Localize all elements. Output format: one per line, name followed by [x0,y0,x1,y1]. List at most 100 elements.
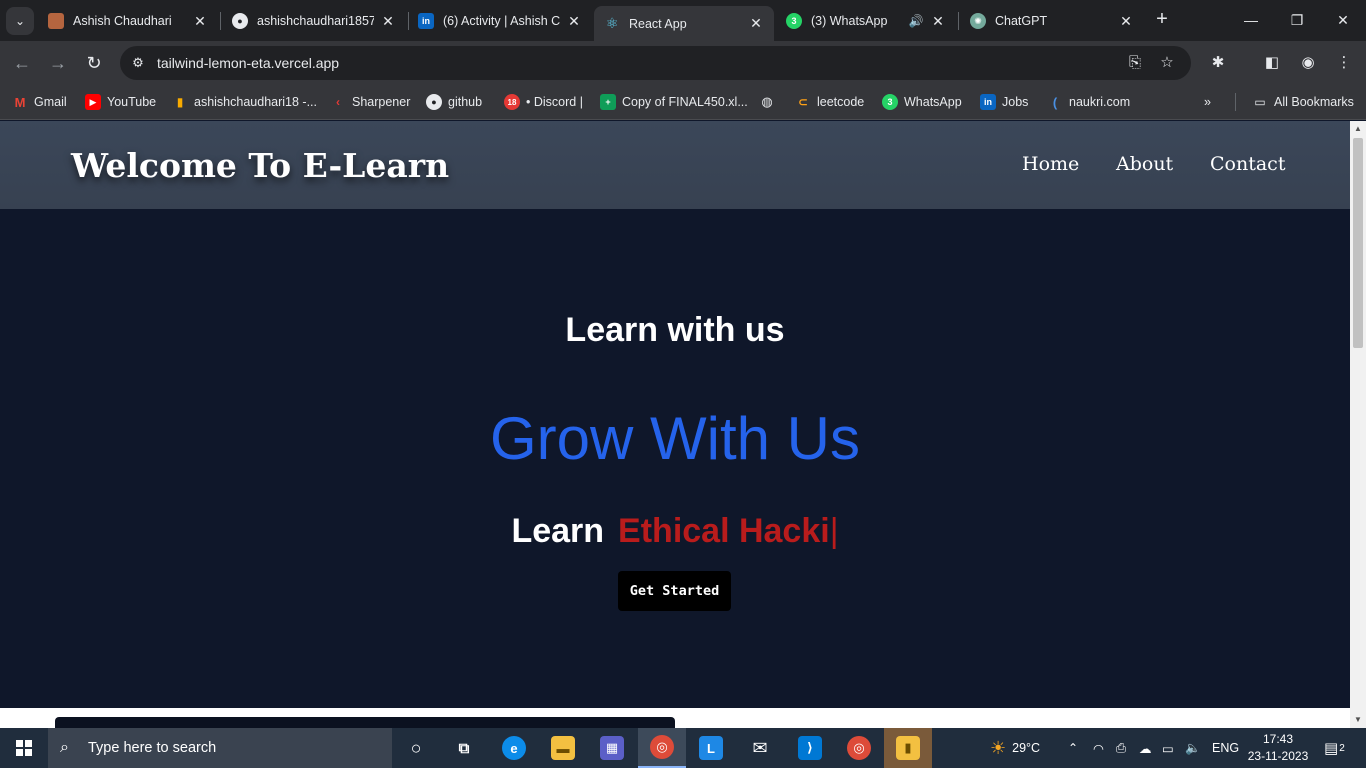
bookmark-naukri[interactable]: (naukri.com [1047,92,1130,112]
bookmark-discord[interactable]: 18 • Discord | [504,92,583,112]
page-scrollbar[interactable]: ▲ ▼ [1350,121,1366,728]
bookmark-star-icon[interactable]: ☆ [1157,53,1177,73]
close-icon[interactable]: ✕ [380,13,396,30]
tab-ashish-chaudhari[interactable]: Ashish Chaudhari ✕ [38,6,218,36]
notifications-button[interactable]: ▤ 2 [1324,728,1345,768]
hero-title: Grow With Us [489,405,861,472]
taskbar-search[interactable]: ⌕ Type here to search [48,728,392,768]
bookmark-label: Gmail [34,95,67,109]
tab-github[interactable]: ● ashishchaudhari1857/ ✕ [222,6,406,36]
taskbar-chrome-active[interactable]: ◎ [638,728,686,768]
nav-about[interactable]: About [1116,153,1173,175]
address-bar[interactable]: ⚙ tailwind-lemon-eta.vercel.app ⎘ ☆ [120,46,1191,80]
close-icon[interactable]: ✕ [1118,13,1134,30]
notification-count: 2 [1339,742,1345,754]
tray-overflow-icon[interactable]: ⌃ [1068,728,1078,768]
weather-widget[interactable]: ☀ 29°C [990,728,1040,768]
forward-icon[interactable]: → [46,51,70,75]
profile-avatar-icon[interactable]: ◉ [1296,51,1320,75]
taskbar-file-explorer[interactable]: ▬ [539,728,587,768]
taskbar-app-l[interactable]: L [687,728,735,768]
notification-icon: ▤ [1324,740,1339,757]
cortana-button[interactable]: ○ [392,728,440,768]
typing-cursor: | [829,512,839,550]
all-bookmarks-folder[interactable]: ▭ All Bookmarks [1252,92,1354,112]
bookmark-youtube[interactable]: ▶ YouTube [85,92,156,112]
restore-button[interactable]: ❐ [1274,0,1320,40]
install-app-icon[interactable]: ⎘ [1125,53,1145,73]
reload-icon[interactable]: ↻ [82,51,106,75]
clock-time: 17:43 [1262,732,1294,746]
get-started-button[interactable]: Get Started [618,571,731,611]
store-bag-icon: ▦ [600,736,624,760]
hero-subtitle: Learn with us [565,311,785,349]
start-button[interactable] [0,728,48,768]
browser-chrome: ⌄ Ashish Chaudhari ✕ ● ashishchaudhari18… [0,0,1366,120]
back-icon[interactable]: ← [10,51,34,75]
nav-home[interactable]: Home [1022,153,1079,175]
bookmark-whatsapp[interactable]: 3 WhatsApp [882,92,962,112]
speaker-icon[interactable]: 🔊 [908,14,924,28]
taskbar-vscode[interactable]: ⟩ [786,728,834,768]
globe-icon: ◍ [761,94,773,109]
bookmark-globe[interactable]: ◍ [759,92,781,112]
taskbar-mail[interactable]: ✉ [736,728,784,768]
tab-title: (6) Activity | Ashish Cl [443,14,560,28]
bookmark-sharpener[interactable]: ‹ Sharpener [330,92,410,112]
onedrive-cloud-icon[interactable]: ☁ [1139,728,1152,768]
tab-search-button[interactable]: ⌄ [6,7,34,35]
system-clock[interactable]: 17:43 23-11-2023 [1246,731,1310,765]
side-panel-icon[interactable]: ◧ [1260,51,1284,75]
vscode-icon: ⟩ [798,736,822,760]
close-window-button[interactable]: ✕ [1320,0,1366,40]
battery-icon[interactable]: ▭ [1162,728,1174,768]
bookmark-analytics[interactable]: ▮ ashishchaudhari18 -... [172,92,317,112]
volume-icon[interactable]: 🔈 [1185,728,1201,768]
tab-linkedin[interactable]: in (6) Activity | Ashish Cl ✕ [408,6,592,36]
bookmark-github[interactable]: ● github [426,92,482,112]
weather-sun-icon: ☀ [990,737,1007,758]
browser-toolbar: ← → ↻ ⚙ tailwind-lemon-eta.vercel.app ⎘ … [0,41,1366,85]
network-icon[interactable]: ◠ [1093,728,1104,768]
extensions-icon[interactable]: ✱ [1206,51,1230,75]
bookmark-leetcode[interactable]: ⊂ leetcode [795,92,864,112]
tab-divider [958,12,959,30]
tab-react-app[interactable]: ⚛ React App ✕ [594,6,774,41]
bookmark-jobs[interactable]: in Jobs [980,92,1028,112]
sheets-icon: + [600,94,616,110]
github-icon: ● [426,94,442,110]
taskbar-edge[interactable]: e [490,728,538,768]
new-tab-button[interactable]: + [1150,8,1174,32]
close-icon[interactable]: ✕ [192,13,208,30]
scroll-up-arrow-icon[interactable]: ▲ [1350,121,1366,137]
language-indicator[interactable]: ENG [1212,728,1239,768]
site-brand[interactable]: Welcome To E-Learn [71,146,449,185]
close-icon[interactable]: ✕ [748,15,764,32]
nav-contact[interactable]: Contact [1210,153,1285,175]
taskbar-store[interactable]: ▦ [588,728,636,768]
meet-icon[interactable]: ⎙ [1116,728,1126,768]
close-icon[interactable]: ✕ [930,13,946,30]
more-bookmarks-icon[interactable]: » [1204,92,1211,112]
task-view-button[interactable]: ⧉ [440,728,488,768]
bookmark-gmail[interactable]: M Gmail [12,92,67,112]
linkedin-icon: in [980,94,996,110]
tab-chatgpt[interactable]: ✺ ChatGPT ✕ [960,6,1144,36]
taskbar-notes[interactable]: ▮ [884,728,932,768]
bookmark-label: Jobs [1002,95,1029,109]
bookmark-sheets[interactable]: + Copy of FINAL450.xl... [600,92,748,112]
scroll-down-arrow-icon[interactable]: ▼ [1350,712,1366,728]
app-l-icon: L [699,736,723,760]
folder-icon: ▬ [551,736,575,760]
scroll-thumb[interactable] [1353,138,1363,348]
tab-title: ChatGPT [995,14,1048,28]
search-icon: ⌕ [60,739,69,756]
close-icon[interactable]: ✕ [566,13,582,30]
url-text[interactable]: tailwind-lemon-eta.vercel.app [157,55,339,71]
menu-icon[interactable]: ⋮ [1332,51,1356,75]
site-info-icon[interactable]: ⚙ [128,53,148,73]
taskbar-chrome[interactable]: ◎ [835,728,883,768]
minimize-button[interactable]: — [1228,0,1274,40]
whatsapp-icon: 3 [786,13,802,29]
tab-whatsapp[interactable]: 3 (3) WhatsApp 🔊 ✕ [776,6,956,36]
